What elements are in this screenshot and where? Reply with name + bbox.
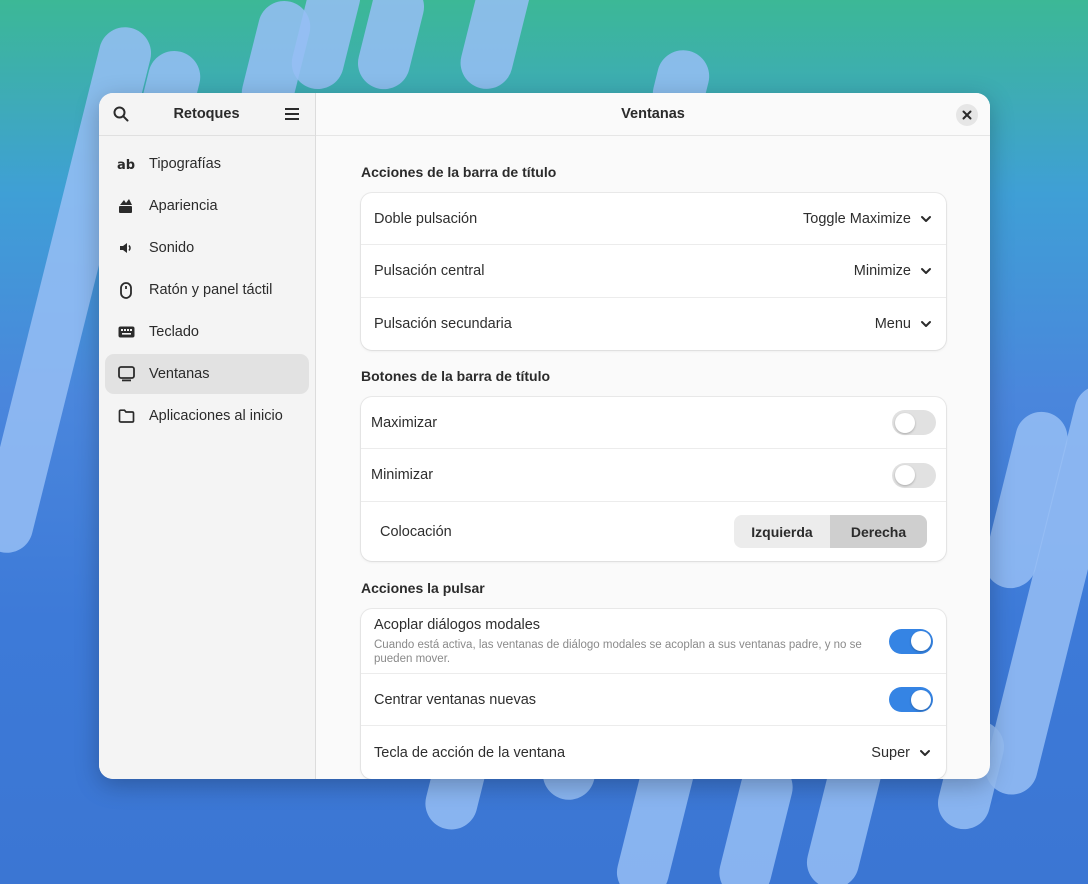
- sidebar-item-sonido[interactable]: Sonido: [105, 228, 309, 268]
- toggle-knob: [910, 689, 931, 710]
- titlebar-buttons-card: Maximizar Minimizar Colocación Izquierda…: [361, 397, 946, 561]
- double-click-dropdown[interactable]: Toggle Maximize: [803, 211, 932, 227]
- minimize-label: Minimizar: [371, 467, 434, 483]
- center-new-toggle[interactable]: [889, 687, 933, 712]
- section-title-click-actions: Acciones la pulsar: [361, 580, 485, 596]
- double-click-value: Toggle Maximize: [803, 210, 911, 227]
- double-click-label: Doble pulsación: [374, 210, 478, 227]
- settings-content: Acciones de la barra de título Doble pul…: [316, 136, 990, 779]
- sidebar-item-label: Teclado: [149, 324, 199, 340]
- sidebar-item-label: Ventanas: [149, 366, 210, 382]
- sidebar-item-label: Sonido: [149, 240, 195, 256]
- close-icon: [962, 110, 972, 120]
- minimize-row: Minimizar: [361, 449, 946, 502]
- placement-segmented-control: Izquierda Derecha: [734, 515, 927, 548]
- double-click-row: Doble pulsación Toggle Maximize: [361, 193, 946, 245]
- speaker-icon: [117, 239, 135, 257]
- tweaks-window: Retoques ab Tipografías Apariencia Sonid…: [99, 93, 990, 779]
- secondary-click-label: Pulsación secundaria: [374, 316, 512, 332]
- svg-text:ab: ab: [117, 158, 135, 171]
- close-button[interactable]: [956, 104, 978, 126]
- sidebar-header: Retoques: [99, 93, 315, 136]
- sidebar-item-apariencia[interactable]: Apariencia: [105, 186, 309, 226]
- middle-click-label: Pulsación central: [374, 263, 485, 279]
- minimize-toggle[interactable]: [892, 462, 936, 488]
- action-key-value: Super: [871, 744, 910, 761]
- page-title: Ventanas: [621, 106, 685, 122]
- main-header: Ventanas: [316, 93, 990, 136]
- window-icon: [117, 365, 135, 383]
- folder-icon: [117, 407, 135, 425]
- placement-left-button[interactable]: Izquierda: [734, 515, 830, 548]
- toggle-knob: [894, 465, 915, 485]
- main-pane: Ventanas Acciones de la barra de título …: [316, 93, 990, 779]
- hamburger-menu-icon[interactable]: [283, 105, 301, 123]
- center-new-row: Centrar ventanas nuevas: [361, 674, 946, 726]
- appearance-icon: [117, 197, 135, 215]
- search-icon[interactable]: [112, 105, 130, 123]
- toggle-knob: [894, 412, 915, 433]
- center-new-label: Centrar ventanas nuevas: [374, 691, 537, 708]
- placement-row: Colocación Izquierda Derecha: [361, 502, 946, 561]
- keyboard-icon: [117, 323, 135, 341]
- chevron-down-icon: [920, 265, 932, 277]
- sidebar-item-label: Aplicaciones al inicio: [149, 408, 283, 424]
- attach-modal-toggle[interactable]: [889, 628, 933, 654]
- placement-label: Colocación: [380, 523, 452, 540]
- middle-click-value: Minimize: [853, 263, 911, 279]
- sidebar-item-aplicaciones-inicio[interactable]: Aplicaciones al inicio: [105, 396, 309, 436]
- action-key-dropdown[interactable]: Super: [871, 745, 931, 761]
- titlebar-actions-card: Doble pulsación Toggle Maximize Pulsació…: [361, 193, 946, 350]
- action-key-row: Tecla de acción de la ventana Super: [361, 726, 946, 779]
- toggle-knob: [910, 631, 931, 651]
- sidebar-item-teclado[interactable]: Teclado: [105, 312, 309, 352]
- sidebar-item-ventanas[interactable]: Ventanas: [105, 354, 309, 394]
- sidebar-item-label: Tipografías: [149, 156, 221, 172]
- section-title-titlebar-actions: Acciones de la barra de título: [361, 164, 557, 180]
- attach-modal-label: Acoplar diálogos modales: [374, 616, 541, 633]
- sidebar-item-tipografias[interactable]: ab Tipografías: [105, 144, 309, 184]
- sidebar-item-raton[interactable]: Ratón y panel táctil: [105, 270, 309, 310]
- secondary-click-row: Pulsación secundaria Menu: [361, 298, 946, 350]
- sidebar-title: Retoques: [173, 106, 240, 122]
- section-title-titlebar-buttons: Botones de la barra de título: [361, 368, 551, 384]
- maximize-row: Maximizar: [361, 397, 946, 449]
- attach-modal-description: Cuando está activa, las ventanas de diál…: [374, 638, 862, 665]
- chevron-down-icon: [919, 747, 931, 759]
- mouse-icon: [117, 281, 135, 299]
- chevron-down-icon: [920, 318, 932, 330]
- attach-modal-text: Acoplar diálogos modales Cuando está act…: [374, 617, 874, 666]
- sidebar: Retoques ab Tipografías Apariencia Sonid…: [99, 93, 316, 779]
- sidebar-item-label: Ratón y panel táctil: [149, 282, 273, 298]
- secondary-click-value: Menu: [874, 316, 911, 332]
- attach-modal-row: Acoplar diálogos modales Cuando está act…: [361, 609, 946, 674]
- middle-click-dropdown[interactable]: Minimize: [854, 263, 932, 279]
- maximize-label: Maximizar: [371, 414, 438, 431]
- sidebar-item-label: Apariencia: [149, 198, 218, 214]
- maximize-toggle[interactable]: [892, 410, 936, 435]
- click-actions-card: Acoplar diálogos modales Cuando está act…: [361, 609, 946, 779]
- chevron-down-icon: [920, 213, 932, 225]
- sidebar-list: ab Tipografías Apariencia Sonido Ratón y…: [99, 136, 315, 446]
- font-icon: ab: [117, 155, 135, 173]
- placement-right-button[interactable]: Derecha: [830, 515, 927, 548]
- action-key-label: Tecla de acción de la ventana: [374, 744, 566, 761]
- middle-click-row: Pulsación central Minimize: [361, 245, 946, 298]
- secondary-click-dropdown[interactable]: Menu: [875, 316, 932, 332]
